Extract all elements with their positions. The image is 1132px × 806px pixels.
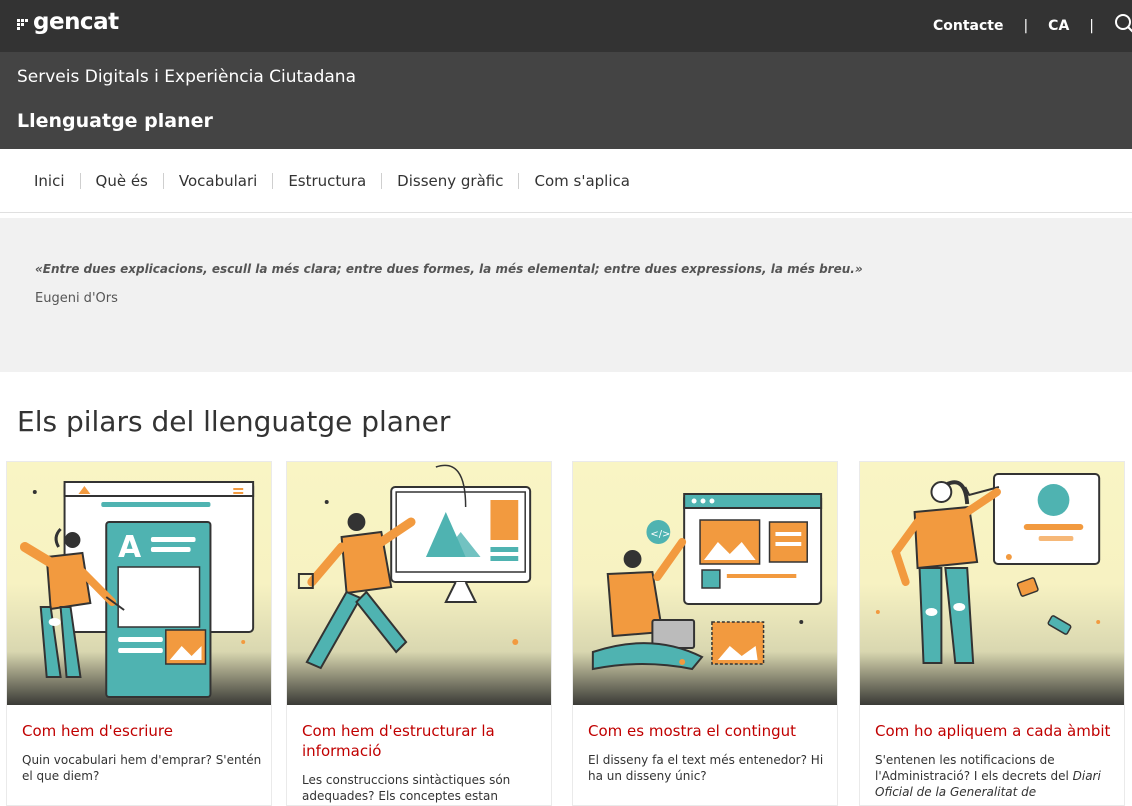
card-com-hem-d-escriure[interactable]: A Com hem d'escriure Quin vocabulari hem…	[6, 461, 272, 806]
nav-item-com-saplica[interactable]: Com s'aplica	[534, 172, 629, 190]
nav-divider	[272, 172, 274, 189]
card-title[interactable]: Com ho apliquem a cada àmbit	[875, 721, 1114, 741]
card-title[interactable]: Com hem d'escriure	[22, 721, 261, 741]
design-illustration: </>	[573, 462, 837, 705]
nav-item-vocabulari[interactable]: Vocabulari	[179, 172, 257, 190]
main-nav: Inici Què és Vocabulari Estructura Disse…	[0, 149, 1132, 213]
page-title[interactable]: Llenguatge planer	[17, 110, 213, 132]
writing-illustration: A	[7, 462, 271, 705]
nav-item-disseny-grafic[interactable]: Disseny gràfic	[397, 172, 503, 190]
site-name[interactable]: Serveis Digitals i Experiència Ciutadana	[17, 67, 356, 87]
card-description-text: S'entenen les notificacions de l'Adminis…	[875, 753, 1073, 783]
card-title[interactable]: Com es mostra el contingut	[588, 721, 827, 741]
language-selector[interactable]: CA	[1048, 18, 1069, 34]
structure-illustration	[287, 462, 551, 705]
card-com-hem-d-estructurar[interactable]: Com hem d'estructurar la informació Les …	[286, 461, 552, 806]
divider: |	[1023, 18, 1029, 34]
card-description: Les construccions sintàctiques són adequ…	[302, 773, 511, 803]
contacte-link[interactable]: Contacte	[933, 18, 1004, 34]
nav-divider	[381, 172, 383, 189]
search-icon[interactable]	[1114, 13, 1132, 35]
card-description: El disseny fa el text més entenedor? Hi …	[588, 753, 824, 783]
svg-text:</>: </>	[650, 529, 670, 540]
divider: |	[1089, 18, 1094, 34]
card-description: S'entenen les notificacions de l'Adminis…	[875, 752, 1116, 800]
application-illustration	[860, 462, 1124, 705]
section-title: Els pilars del llenguatge planer	[17, 405, 451, 438]
top-links: Contacte | CA |	[933, 0, 1132, 52]
gencat-logo[interactable]: gencat	[17, 9, 119, 35]
nav-item-estructura[interactable]: Estructura	[288, 172, 366, 190]
quote-author: Eugeni d'Ors	[35, 291, 118, 306]
card-com-es-mostra[interactable]: </> Com es mostra el contingut El dissen…	[572, 461, 838, 806]
svg-text:A: A	[118, 530, 141, 565]
nav-divider	[518, 172, 520, 189]
nav-item-que-es[interactable]: Què és	[96, 172, 148, 190]
card-com-ho-apliquem[interactable]: Com ho apliquem a cada àmbit S'entenen l…	[859, 461, 1125, 806]
top-bar: gencat Contacte | CA |	[0, 0, 1132, 52]
card-description: Quin vocabulari hem d'emprar? S'entén el…	[22, 753, 262, 783]
nav-item-inici[interactable]: Inici	[34, 172, 65, 190]
quote-box: «Entre dues explicacions, escull la més …	[0, 218, 1132, 372]
card-title[interactable]: Com hem d'estructurar la informació	[302, 721, 541, 761]
brand-name: gencat	[33, 9, 119, 35]
quote-text: «Entre dues explicacions, escull la més …	[35, 262, 863, 276]
gencat-logo-mark-icon	[17, 19, 28, 30]
nav-divider	[79, 172, 81, 189]
nav-divider	[162, 172, 164, 189]
site-header: Serveis Digitals i Experiència Ciutadana…	[0, 52, 1132, 149]
